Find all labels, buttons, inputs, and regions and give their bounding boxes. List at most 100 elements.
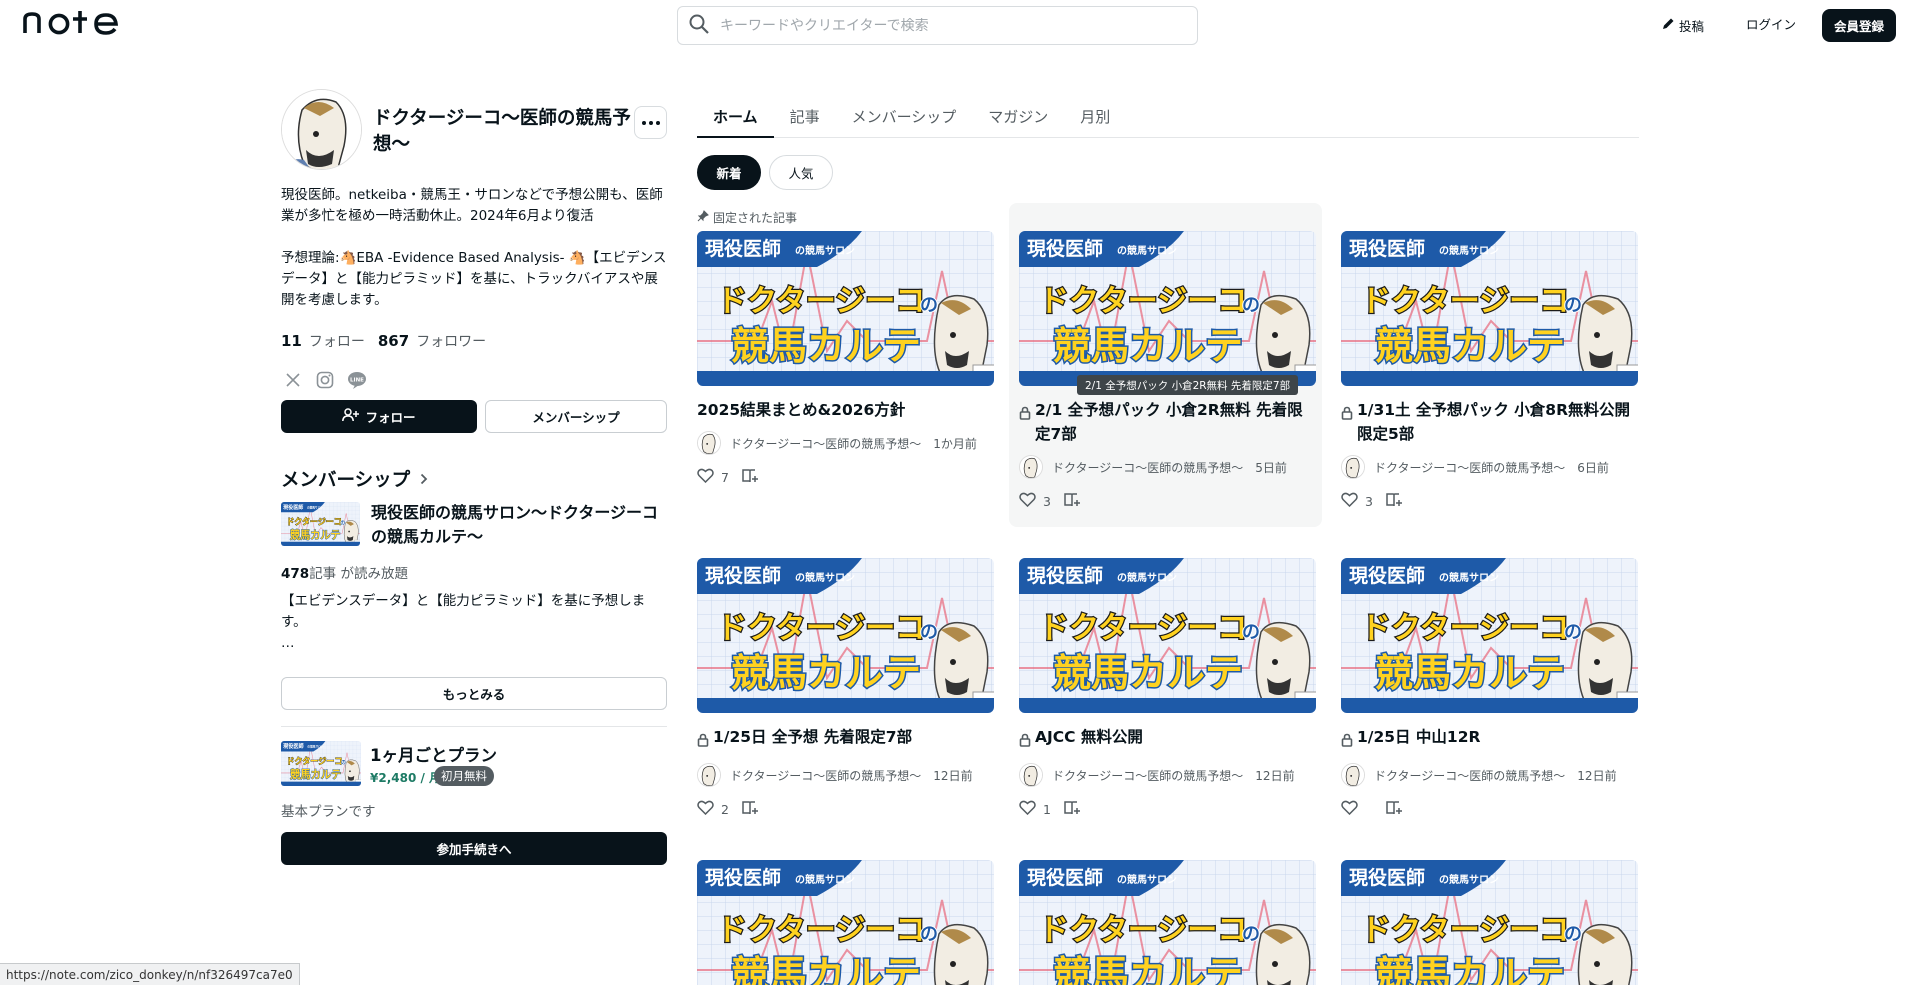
- heart-icon: [1019, 800, 1036, 818]
- author-avatar[interactable]: [1341, 763, 1365, 787]
- add-to-magazine-icon[interactable]: [1063, 800, 1081, 819]
- article-card[interactable]: 現役医師 の競馬サロン ドクタージーコ の 競馬カルテ AJCC 無料公開ドクタ…: [1019, 558, 1316, 819]
- article-thumbnail[interactable]: 現役医師 の競馬サロン ドクタージーコ の 競馬カルテ: [1341, 860, 1638, 985]
- login-link[interactable]: ログイン: [1746, 14, 1796, 36]
- article-card[interactable]: 現役医師 の競馬サロン ドクタージーコ の 競馬カルテ 2025結果まとめ&20…: [697, 231, 994, 487]
- note-logo[interactable]: [22, 9, 122, 39]
- article-author: ドクタージーコ〜医師の競馬予想〜 12日前: [1019, 763, 1316, 787]
- add-to-magazine-icon[interactable]: [1063, 492, 1081, 511]
- add-to-magazine-icon[interactable]: [741, 468, 759, 487]
- svg-text:現役医師: 現役医師: [705, 237, 781, 260]
- svg-text:現役医師: 現役医師: [1027, 564, 1103, 587]
- article-thumbnail[interactable]: 現役医師 の競馬サロン ドクタージーコ の 競馬カルテ: [1019, 231, 1316, 386]
- post-button[interactable]: 投稿: [1662, 14, 1704, 36]
- filter-popular[interactable]: 人気: [769, 155, 833, 190]
- dot-icon: [655, 120, 660, 125]
- follow-button[interactable]: フォロー: [281, 400, 477, 433]
- author-name[interactable]: ドクタージーコ〜医師の競馬予想〜: [730, 435, 921, 452]
- article-card[interactable]: 現役医師 の競馬サロン ドクタージーコ の 競馬カルテ: [697, 860, 994, 985]
- article-title[interactable]: 2/1 全予想パック 小倉2R無料 先着限定7部: [1019, 398, 1316, 446]
- author-avatar[interactable]: [697, 431, 721, 455]
- instagram-icon[interactable]: [315, 370, 335, 390]
- search-box[interactable]: [677, 6, 1198, 45]
- see-more-button[interactable]: もっとみる: [281, 677, 667, 710]
- like-button[interactable]: 2: [697, 800, 731, 818]
- article-card[interactable]: 現役医師 の競馬サロン ドクタージーコ の 競馬カルテ 1/25日 全予想 先着…: [697, 558, 994, 819]
- like-button[interactable]: 3: [1341, 492, 1375, 510]
- creator-avatar[interactable]: [281, 89, 362, 170]
- author-avatar[interactable]: [1019, 455, 1043, 479]
- thumbnail-art: 現役医師 の競馬サロン ドクタージーコ の 競馬カルテ: [1341, 860, 1638, 985]
- article-author: ドクタージーコ〜医師の競馬予想〜 6日前: [1341, 455, 1638, 479]
- svg-text:ドクタージーコ: ドクタージーコ: [717, 611, 925, 646]
- tab-home[interactable]: ホーム: [697, 97, 774, 138]
- author-name[interactable]: ドクタージーコ〜医師の競馬予想〜: [1052, 767, 1243, 784]
- svg-text:の競馬サロン: の競馬サロン: [1117, 873, 1177, 886]
- article-date: 12日前: [1255, 768, 1295, 783]
- article-thumbnail[interactable]: 現役医師 の競馬サロン ドクタージーコ の 競馬カルテ: [1341, 231, 1638, 386]
- article-title[interactable]: 1/25日 全予想 先着限定7部: [697, 725, 994, 754]
- x-icon[interactable]: [283, 370, 303, 390]
- follower-label[interactable]: フォロワー: [416, 331, 486, 351]
- tab-monthly[interactable]: 月別: [1064, 97, 1126, 138]
- author-avatar[interactable]: [1341, 455, 1365, 479]
- article-card[interactable]: 現役医師 の競馬サロン ドクタージーコ の 競馬カルテ: [1341, 860, 1638, 985]
- tab-membership[interactable]: メンバーシップ: [836, 97, 973, 138]
- follower-count[interactable]: 867: [378, 332, 409, 350]
- add-to-magazine-icon[interactable]: [1385, 492, 1403, 511]
- svg-text:競馬カルテ: 競馬カルテ: [1053, 651, 1243, 695]
- article-title[interactable]: AJCC 無料公開: [1019, 725, 1316, 754]
- membership-title[interactable]: 現役医師の競馬サロン〜ドクタージーコの競馬カルテ〜: [371, 501, 667, 549]
- article-card[interactable]: 現役医師 の競馬サロン ドクタージーコ の 競馬カルテ 1/25日 中山12R ド…: [1341, 558, 1638, 819]
- thumbnail-art: 現役医師 の競馬サロン ドクタージーコ の 競馬カルテ: [1019, 860, 1316, 985]
- article-thumbnail[interactable]: 現役医師 の競馬サロン ドクタージーコ の 競馬カルテ: [697, 860, 994, 985]
- like-count: 3: [1365, 493, 1373, 509]
- signup-button[interactable]: 会員登録: [1822, 9, 1896, 42]
- like-button[interactable]: 7: [697, 468, 731, 486]
- add-to-magazine-icon[interactable]: [1385, 800, 1403, 819]
- like-button[interactable]: [1341, 800, 1375, 818]
- article-thumbnail[interactable]: 現役医師 の競馬サロン ドクタージーコ の 競馬カルテ: [697, 558, 994, 713]
- lock-icon: [1019, 403, 1031, 446]
- membership-heading[interactable]: メンバーシップ: [281, 466, 428, 492]
- follow-label[interactable]: フォロー: [309, 331, 365, 351]
- author-name[interactable]: ドクタージーコ〜医師の競馬予想〜: [1052, 459, 1243, 476]
- svg-text:現役医師: 現役医師: [1027, 866, 1103, 889]
- article-title[interactable]: 2025結果まとめ&2026方針: [697, 398, 994, 422]
- article-card[interactable]: 現役医師 の競馬サロン ドクタージーコ の 競馬カルテ 2/1 全予想パック 小…: [1019, 231, 1316, 511]
- tab-magazine[interactable]: マガジン: [972, 97, 1064, 138]
- article-thumbnail[interactable]: 現役医師 の競馬サロン ドクタージーコ の 競馬カルテ: [1341, 558, 1638, 713]
- membership-button[interactable]: メンバーシップ: [485, 400, 667, 433]
- article-card[interactable]: 現役医師 の競馬サロン ドクタージーコ の 競馬カルテ: [1019, 860, 1316, 985]
- article-thumbnail[interactable]: 現役医師 の競馬サロン ドクタージーコ の 競馬カルテ: [697, 231, 994, 386]
- add-to-magazine-icon[interactable]: [741, 800, 759, 819]
- membership-thumbnail[interactable]: 現役医師 の競馬サロン ドクタージーコ の 競馬カルテ: [281, 502, 360, 546]
- search-input[interactable]: [720, 17, 1160, 34]
- line-icon[interactable]: LINE: [347, 370, 367, 390]
- author-avatar[interactable]: [697, 763, 721, 787]
- article-card[interactable]: 現役医師 の競馬サロン ドクタージーコ の 競馬カルテ 1/31土 全予想パック…: [1341, 231, 1638, 511]
- join-plan-button[interactable]: 参加手続きへ: [281, 832, 667, 865]
- like-button[interactable]: 3: [1019, 492, 1053, 510]
- author-avatar[interactable]: [1019, 763, 1043, 787]
- article-actions: 7: [697, 467, 994, 487]
- article-thumbnail[interactable]: 現役医師 の競馬サロン ドクタージーコ の 競馬カルテ: [1019, 860, 1316, 985]
- author-name[interactable]: ドクタージーコ〜医師の競馬予想〜: [1374, 767, 1565, 784]
- article-date: 5日前: [1255, 460, 1287, 475]
- article-title[interactable]: 1/25日 中山12R: [1341, 725, 1638, 754]
- membership-ellipsis: …: [281, 635, 295, 651]
- article-thumbnail[interactable]: 現役医師 の競馬サロン ドクタージーコ の 競馬カルテ: [1019, 558, 1316, 713]
- tab-articles[interactable]: 記事: [774, 97, 836, 138]
- filter-new[interactable]: 新着: [697, 155, 761, 190]
- article-author: ドクタージーコ〜医師の競馬予想〜 5日前: [1019, 455, 1316, 479]
- article-title[interactable]: 1/31土 全予想パック 小倉8R無料公開 限定5部: [1341, 398, 1638, 446]
- more-options-button[interactable]: [634, 106, 667, 139]
- like-button[interactable]: 1: [1019, 800, 1053, 818]
- svg-text:競馬カルテ: 競馬カルテ: [731, 651, 921, 695]
- creator-name[interactable]: ドクタージーコ〜医師の競馬予想〜: [373, 106, 631, 158]
- author-name[interactable]: ドクタージーコ〜医師の競馬予想〜: [730, 767, 921, 784]
- svg-text:の競馬サロン: の競馬サロン: [1439, 571, 1499, 584]
- follow-count[interactable]: 11: [281, 332, 302, 350]
- membership-article-count: 478記事 が読み放題: [281, 562, 408, 582]
- author-name[interactable]: ドクタージーコ〜医師の競馬予想〜: [1374, 459, 1565, 476]
